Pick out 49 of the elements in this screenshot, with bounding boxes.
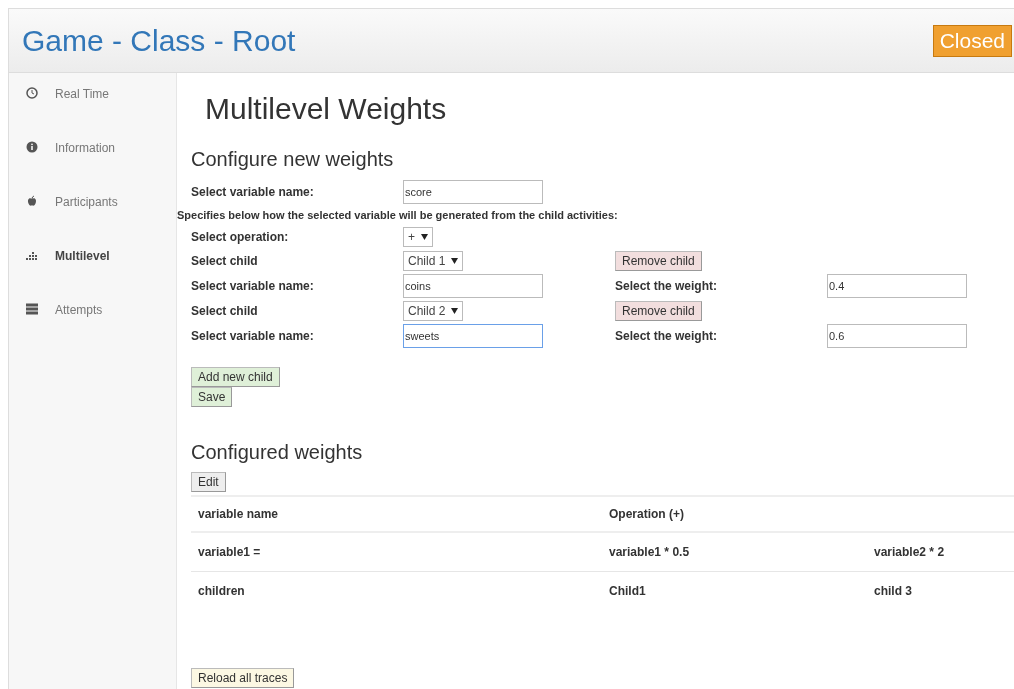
- weight-field[interactable]: 0.4: [827, 274, 967, 298]
- field-label: Select variable name:: [191, 185, 315, 199]
- sidebar-item[interactable]: Participants: [9, 195, 176, 249]
- edit-button[interactable]: Edit: [191, 472, 226, 492]
- field-label: Select variable name:: [191, 279, 315, 293]
- field-label: Select operation:: [191, 230, 290, 244]
- column-header: variable name: [191, 496, 602, 532]
- table-cell: Child1: [602, 571, 867, 610]
- reload-traces-button[interactable]: Reload all traces: [191, 668, 295, 688]
- hint-text: Specifies below how the selected variable will be generated from the child activities:: [177, 208, 619, 223]
- section-heading: Configured weights: [191, 441, 364, 464]
- sidebar-item[interactable]: Real Time: [9, 87, 176, 141]
- status-badge: Closed: [932, 24, 1012, 57]
- caret-icon: [451, 308, 459, 314]
- weight-field[interactable]: 0.6: [827, 324, 967, 348]
- sidebar-item[interactable]: Multilevel: [9, 249, 176, 303]
- input-field[interactable]: sweets: [403, 324, 543, 348]
- caret-icon: [451, 258, 459, 264]
- caret-icon: [421, 234, 428, 240]
- field-label: Select the weight:: [615, 279, 719, 293]
- server-icon: [26, 303, 38, 315]
- remove-child-button[interactable]: Remove child: [615, 301, 702, 321]
- input-field[interactable]: score: [403, 180, 543, 204]
- operation-dropdown[interactable]: +: [403, 227, 433, 247]
- input-field[interactable]: coins: [403, 274, 543, 298]
- field-label: Select variable name:: [191, 329, 315, 343]
- field-label: Select the weight:: [615, 329, 719, 343]
- table-cell: variable1 =: [191, 532, 602, 572]
- add-child-button[interactable]: Add new child: [191, 367, 280, 387]
- child-dropdown[interactable]: Child 2: [403, 301, 464, 321]
- sidebar-item[interactable]: Information: [9, 141, 176, 195]
- info-icon: [26, 141, 38, 153]
- child-dropdown[interactable]: Child 1: [403, 251, 464, 271]
- column-header: Operation (+): [602, 496, 867, 532]
- apple-icon: [26, 195, 38, 207]
- sidebar-item[interactable]: Attempts: [9, 303, 176, 357]
- bar-chart-icon: [26, 249, 38, 261]
- table-cell: child 3: [867, 571, 1014, 610]
- field-label: Select child: [191, 304, 259, 318]
- section-heading: Configure new weights: [191, 148, 395, 171]
- page-header-title: Game - Class - Root: [22, 23, 296, 58]
- remove-child-button[interactable]: Remove child: [615, 251, 702, 271]
- table-cell: variable2 * 2: [867, 532, 1014, 572]
- save-button[interactable]: Save: [191, 387, 233, 407]
- table-cell: children: [191, 571, 602, 610]
- table-cell: variable1 * 0.5: [602, 532, 867, 572]
- clock-icon: [26, 87, 38, 99]
- page-title: Multilevel Weights: [205, 92, 448, 126]
- field-label: Select child: [191, 254, 259, 268]
